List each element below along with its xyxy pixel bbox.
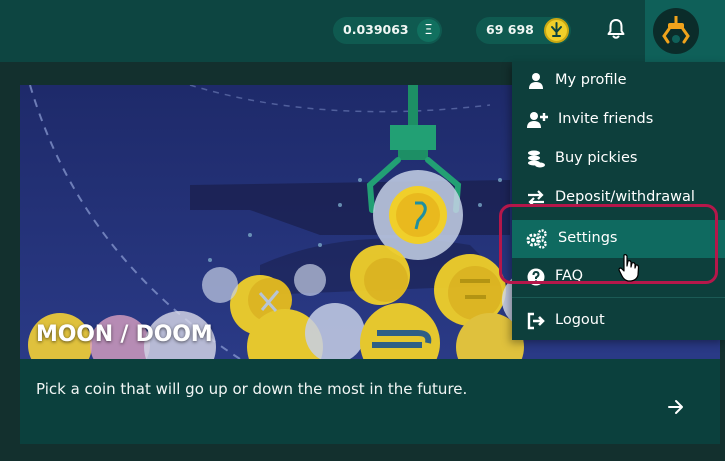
pickie-coin-icon <box>544 18 569 43</box>
user-menu-button[interactable] <box>645 0 725 62</box>
menu-item-logout[interactable]: Logout <box>512 302 725 340</box>
user-dropdown-menu: My profile Invite friends Buy pickies De… <box>512 62 725 340</box>
menu-item-my-profile[interactable]: My profile <box>512 62 725 100</box>
menu-item-buy-pickies[interactable]: Buy pickies <box>512 140 725 178</box>
pickies-balance-value: 69 698 <box>486 22 534 37</box>
user-icon <box>526 71 546 91</box>
hand-pointer-icon <box>617 253 641 283</box>
menu-item-invite-friends[interactable]: Invite friends <box>512 101 725 139</box>
coins-icon <box>526 149 546 169</box>
ethereum-icon: Ξ <box>417 19 440 42</box>
game-title: MOON / DOOM <box>36 322 213 347</box>
menu-item-label: Logout <box>555 312 605 328</box>
menu-item-label: Invite friends <box>558 111 654 127</box>
game-description: Pick a coin that will go up or down the … <box>36 380 468 398</box>
bell-icon[interactable] <box>604 17 628 41</box>
claw-avatar-icon <box>653 8 699 54</box>
menu-item-label: Buy pickies <box>555 150 638 166</box>
sign-out-icon <box>526 311 546 331</box>
settings-highlight-box <box>499 204 718 284</box>
pickies-balance-pill[interactable]: 69 698 <box>476 17 571 44</box>
top-bar: 0.039063 Ξ 69 698 <box>0 0 725 62</box>
eth-balance-pill[interactable]: 0.039063 Ξ <box>333 17 442 44</box>
menu-divider <box>512 297 725 298</box>
arrow-right-icon[interactable] <box>666 397 686 417</box>
eth-balance-value: 0.039063 <box>343 22 409 37</box>
user-plus-icon <box>526 110 548 130</box>
menu-item-label: Deposit/withdrawal <box>555 189 695 205</box>
menu-item-label: My profile <box>555 72 627 88</box>
